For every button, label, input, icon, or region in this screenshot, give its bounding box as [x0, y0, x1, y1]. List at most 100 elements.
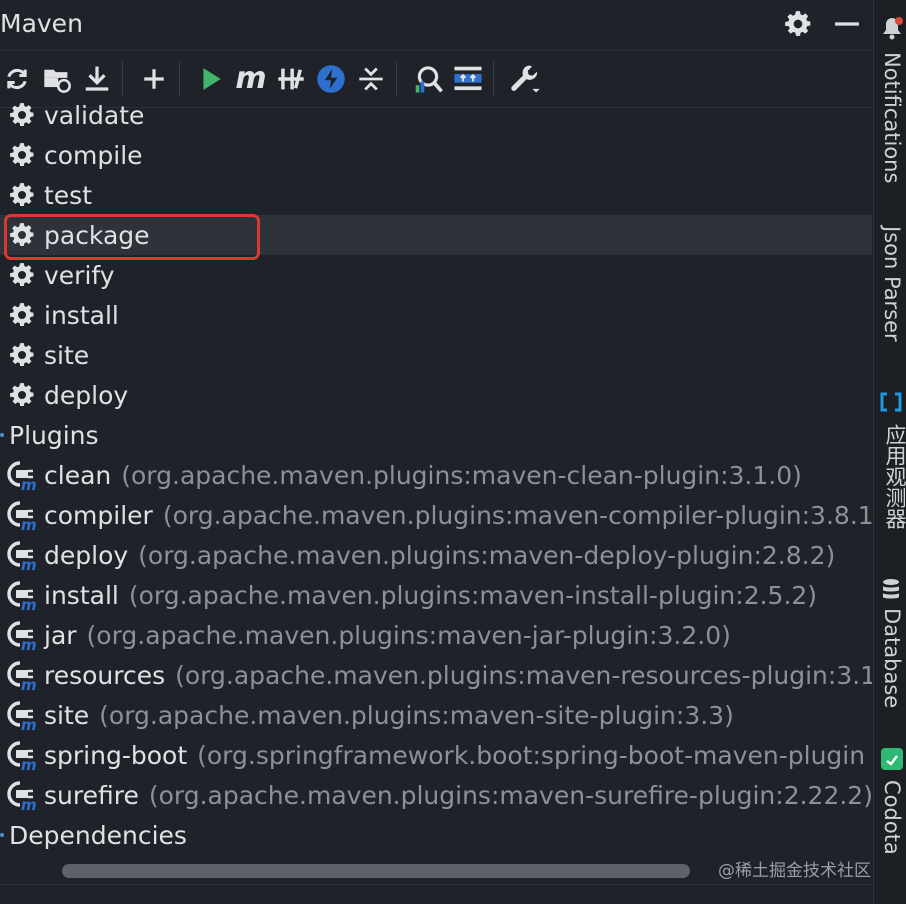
plugin-coords: (org.apache.maven.plugins:maven-clean-pl…: [121, 460, 802, 490]
svg-text:m: m: [21, 756, 37, 771]
lifecycle-label: site: [44, 340, 90, 370]
run-icon[interactable]: [194, 62, 228, 96]
plugin-icon: m: [7, 741, 37, 771]
plugin-item-deploy[interactable]: m deploy (org.apache.maven.plugins:maven…: [0, 535, 872, 575]
sidebar-tab-codota[interactable]: Codota: [880, 780, 904, 855]
show-dependencies-icon[interactable]: [451, 62, 485, 96]
gear-icon: [10, 183, 34, 207]
svg-text:m: m: [21, 596, 37, 611]
lifecycle-label: compile: [44, 140, 143, 170]
gear-icon: [10, 143, 34, 167]
sidebar-tab-json-parser[interactable]: Json Parser: [880, 226, 904, 342]
plugin-coords: (org.apache.maven.plugins:maven-compiler…: [162, 500, 872, 530]
svg-text:m: m: [21, 556, 37, 571]
observer-icon: [880, 392, 902, 416]
maven-tool-window: Maven m validate compile test package ve…: [0, 0, 872, 904]
plugin-icon: m: [7, 581, 37, 611]
svg-text:m: m: [21, 796, 37, 811]
plugin-icon: m: [7, 701, 37, 731]
svg-text:m: m: [21, 636, 37, 651]
lifecycle-item-install[interactable]: install: [0, 295, 872, 335]
plugin-name: spring-boot: [44, 740, 188, 770]
plugin-name: compiler: [44, 500, 153, 530]
bottom-bar: [0, 884, 872, 904]
plugin-icon: m: [7, 661, 37, 691]
right-tool-sidebar: Notifications Json Parser 应用观测器 Database…: [873, 0, 906, 904]
sidebar-tab-database[interactable]: Database: [880, 608, 904, 708]
collapse-all-icon[interactable]: [354, 62, 388, 96]
gear-icon: [10, 383, 34, 407]
lifecycle-label: validate: [44, 100, 145, 130]
open-folder-icon[interactable]: [40, 62, 74, 96]
window-title: Maven: [0, 9, 83, 38]
plugin-icon: m: [7, 781, 37, 811]
sidebar-tab-notifications[interactable]: Notifications: [880, 52, 904, 183]
plugin-item-clean[interactable]: m clean (org.apache.maven.plugins:maven-…: [0, 455, 872, 495]
maven-projects-tree: validate compile test package verify ins…: [0, 95, 872, 855]
gear-icon[interactable]: [784, 10, 812, 42]
lifecycle-label: verify: [44, 260, 115, 290]
download-icon[interactable]: [80, 62, 114, 96]
database-icon: [881, 578, 901, 606]
plugin-name: clean: [44, 460, 112, 490]
lifecycle-item-compile[interactable]: compile: [0, 135, 872, 175]
plugin-icon: m: [7, 461, 37, 491]
plugin-name: resources: [44, 660, 166, 690]
lifecycle-item-test[interactable]: test: [0, 175, 872, 215]
plugin-icon: m: [7, 621, 37, 651]
plugin-coords: (org.apache.maven.plugins:maven-site-plu…: [99, 700, 734, 730]
plugins-group-label: Plugins: [9, 420, 99, 450]
plugin-item-compiler[interactable]: m compiler (org.apache.maven.plugins:mav…: [0, 495, 872, 535]
plugin-name: jar: [44, 620, 77, 650]
plugin-item-jar[interactable]: m jar (org.apache.maven.plugins:maven-ja…: [0, 615, 872, 655]
gear-icon: [10, 103, 34, 127]
add-icon[interactable]: [137, 62, 171, 96]
maven-goal-icon[interactable]: m: [234, 62, 268, 96]
plugin-name: site: [44, 700, 90, 730]
lifecycle-item-deploy[interactable]: deploy: [0, 375, 872, 415]
lifecycle-label: deploy: [44, 380, 129, 410]
tool-window-header: Maven: [0, 0, 872, 51]
settings-wrench-icon[interactable]: [508, 62, 542, 96]
horizontal-scrollbar[interactable]: [62, 864, 690, 878]
lifecycle-item-verify[interactable]: verify: [0, 255, 872, 295]
sidebar-tab-app-observer[interactable]: 应用观测器: [880, 424, 906, 529]
plugin-icon: m: [7, 541, 37, 571]
codota-icon: [881, 748, 903, 774]
gear-icon: [10, 263, 34, 287]
skip-tests-icon[interactable]: [314, 62, 348, 96]
svg-text:m: m: [21, 716, 37, 731]
reload-icon[interactable]: [0, 62, 34, 96]
toggle-offline-icon[interactable]: [274, 62, 308, 96]
highlight-box: [4, 214, 260, 260]
gear-icon: [10, 343, 34, 367]
analyze-dependencies-icon[interactable]: [411, 62, 445, 96]
plugin-name: deploy: [44, 540, 129, 570]
svg-text:m: m: [21, 476, 37, 491]
plugin-coords: (org.apache.maven.plugins:maven-install-…: [128, 580, 818, 610]
plugin-item-site[interactable]: m site (org.apache.maven.plugins:maven-s…: [0, 695, 872, 735]
minimize-icon[interactable]: [834, 11, 860, 41]
plugin-icon: m: [7, 501, 37, 531]
lifecycle-item-validate[interactable]: validate: [0, 95, 872, 135]
watermark: @稀土掘金技术社区: [718, 861, 871, 881]
plugin-coords: (org.apache.maven.plugins:maven-jar-plug…: [86, 620, 731, 650]
plugin-coords: (org.springframework.boot:spring-boot-ma…: [197, 740, 866, 770]
plugin-item-spring-boot[interactable]: m spring-boot (org.springframework.boot:…: [0, 735, 872, 775]
dependencies-group-label: Dependencies: [9, 820, 187, 850]
bell-icon[interactable]: [881, 16, 903, 44]
dependencies-group[interactable]: Dependencies: [0, 815, 872, 855]
plugin-item-resources[interactable]: m resources (org.apache.maven.plugins:ma…: [0, 655, 872, 695]
plugin-item-surefire[interactable]: m surefire (org.apache.maven.plugins:mav…: [0, 775, 872, 815]
plugins-group[interactable]: Plugins: [0, 415, 872, 455]
plugin-coords: (org.apache.maven.plugins:maven-deploy-p…: [138, 540, 836, 570]
lifecycle-label: test: [44, 180, 93, 210]
svg-text:m: m: [21, 516, 37, 531]
lifecycle-label: install: [44, 300, 119, 330]
plugin-coords: (org.apache.maven.plugins:maven-surefire…: [148, 780, 872, 810]
plugin-item-install[interactable]: m install (org.apache.maven.plugins:mave…: [0, 575, 872, 615]
plugin-name: install: [44, 580, 119, 610]
lifecycle-item-site[interactable]: site: [0, 335, 872, 375]
svg-text:m: m: [21, 676, 37, 691]
plugin-name: surefire: [44, 780, 139, 810]
